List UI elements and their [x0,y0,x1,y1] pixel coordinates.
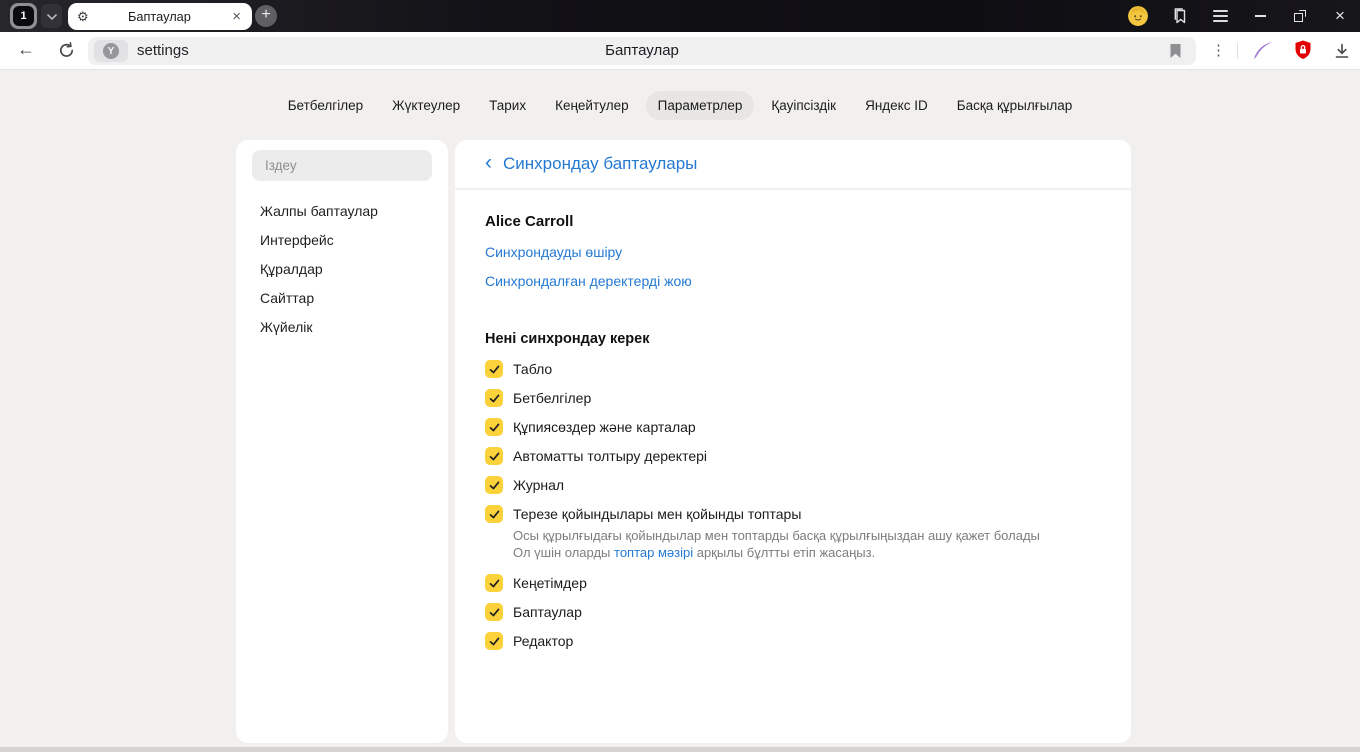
protect-shield-icon[interactable] [1292,39,1314,66]
sidebar-item-1[interactable]: Интерфейс [260,232,440,248]
back-chevron-icon: ‹ [485,150,492,174]
sync-item-label: Редактор [513,633,574,649]
protect-icon: Y [103,43,119,59]
window-restore-button[interactable] [1280,0,1320,32]
profile-avatar[interactable] [1128,6,1148,26]
nav-tab-0[interactable]: Бетбелгілер [276,91,375,120]
browser-tab-settings[interactable]: ⚙ Баптаулар × [68,3,252,30]
tab-groups-menu-link[interactable]: топтар мәзірі [614,545,693,560]
sidebar-item-2[interactable]: Құралдар [260,261,440,277]
sidebar-menu: Жалпы баптаулар Интерфейс Құралдар Сайттар Ж… [260,203,440,335]
disable-sync-link[interactable]: Синхрондауды өшіру [485,245,622,259]
settings-nav: Бетбелгілер Жүктеулер Тарих Кеңейтулер Парам… [0,91,1360,120]
site-protect-badge[interactable]: Y [94,40,128,62]
menu-icon[interactable] [1213,10,1228,25]
sync-settings-header[interactable]: ‹ Синхрондау баптаулары [455,140,1131,190]
address-bar[interactable]: Y settings Баптаулар [88,37,1196,65]
chevron-down-icon [46,7,57,25]
sync-checkbox-3[interactable] [485,447,503,465]
search-input[interactable] [252,150,432,181]
sidebar-item-0[interactable]: Жалпы баптаулар [260,203,440,219]
sync-checkbox-1[interactable] [485,389,503,407]
sync-row-4: Журнал [485,476,1101,494]
nav-tab-4[interactable]: Параметрлер [645,91,755,120]
new-tab-button[interactable]: + [255,5,277,27]
sync-item-label: Баптаулар [513,604,582,620]
reload-button[interactable] [57,41,76,65]
sync-checkbox-6[interactable] [485,574,503,592]
sidebar-item-4[interactable]: Жүйелік [260,319,440,335]
nav-tab-5[interactable]: Қауіпсіздік [759,91,848,120]
sync-checkbox-4[interactable] [485,476,503,494]
tab-strip: 1 ⚙ Баптаулар × + × [0,0,1360,32]
tab-close-icon[interactable]: × [230,9,243,24]
back-button[interactable]: ← [17,39,35,60]
tab-title: Баптаулар [127,9,191,24]
sync-row-5: Терезе қойындылары мен қойынды топтары Ос… [485,505,1101,563]
settings-sidebar: Жалпы баптаулар Интерфейс Құралдар Сайттар Ж… [236,140,448,743]
window-close-button[interactable]: × [1320,0,1360,32]
sync-checkbox-8[interactable] [485,632,503,650]
tab-group-button[interactable]: 1 [10,3,37,29]
sync-item-description: Осы құрылғыдағы қойындылар мен топтарды … [513,528,1040,560]
nav-tab-3[interactable]: Кеңейтулер [543,91,641,120]
sync-checkbox-5[interactable] [485,505,503,523]
page-title: Баптаулар [605,42,679,59]
toolbar-divider [1237,43,1238,59]
section-title: Синхрондау баптаулары [503,154,698,173]
window-minimize-button[interactable] [1240,0,1280,32]
browser-window: 1 ⚙ Баптаулар × + × ← Y settings Баптаул… [0,0,1360,752]
nav-tab-6[interactable]: Яндекс ID [853,91,940,120]
sync-row-6: Кеңетімдер [485,574,1101,592]
minimize-icon [1254,15,1266,17]
tab-list-dropdown-button[interactable] [41,4,62,28]
restore-icon [1294,10,1306,22]
settings-page: Бетбелгілер Жүктеулер Тарих Кеңейтулер Парам… [0,70,1360,752]
sync-item-label: Автоматты толтыру деректері [513,448,708,464]
gear-icon: ⚙ [77,8,89,24]
feather-extension-icon[interactable] [1251,40,1275,67]
bookmarks-panel-icon[interactable] [1170,6,1190,31]
sync-item-label: Бетбелгілер [513,390,592,406]
sync-what-title: Нені синхрондау керек [485,331,650,347]
sync-item-label: Журнал [513,477,565,493]
sync-item-label: Терезе қойындылары мен қойынды топтары [513,506,802,522]
nav-tab-7[interactable]: Басқа құрылғылар [945,91,1085,120]
sync-item-label: Табло [513,361,553,377]
sync-row-1: Бетбелгілер [485,389,1101,407]
url-text: settings [137,42,189,59]
sync-checkbox-2[interactable] [485,418,503,436]
sync-row-2: Құпиясөздер және карталар [485,418,1101,436]
sync-row-0: Табло [485,360,1101,378]
sync-settings-panel: ‹ Синхрондау баптаулары Alice Carroll Си… [455,140,1131,743]
extensions-overflow-icon[interactable]: ⋮ [1211,41,1226,59]
address-toolbar: ← Y settings Баптаулар ⋮ [0,32,1360,70]
downloads-icon[interactable] [1333,42,1351,65]
sync-checkbox-0[interactable] [485,360,503,378]
sync-item-label: Құпиясөздер және карталар [513,419,696,435]
window-bottom-edge [0,747,1360,752]
nav-tab-2[interactable]: Тарих [477,91,538,120]
account-name: Alice Carroll [485,213,574,230]
bookmark-icon[interactable] [1169,43,1182,64]
delete-synced-data-link[interactable]: Синхрондалған деректерді жою [485,274,692,288]
sync-checkbox-7[interactable] [485,603,503,621]
sync-row-7: Баптаулар [485,603,1101,621]
nav-tab-1[interactable]: Жүктеулер [380,91,472,120]
sync-row-8: Редактор [485,632,1101,650]
sync-item-label: Кеңетімдер [513,575,587,591]
tab-count-badge: 1 [13,6,34,26]
sync-row-3: Автоматты толтыру деректері [485,447,1101,465]
sync-list: Табло Бетбелгілер Құпиясөздер және картала… [485,360,1101,650]
sidebar-item-3[interactable]: Сайттар [260,290,440,306]
